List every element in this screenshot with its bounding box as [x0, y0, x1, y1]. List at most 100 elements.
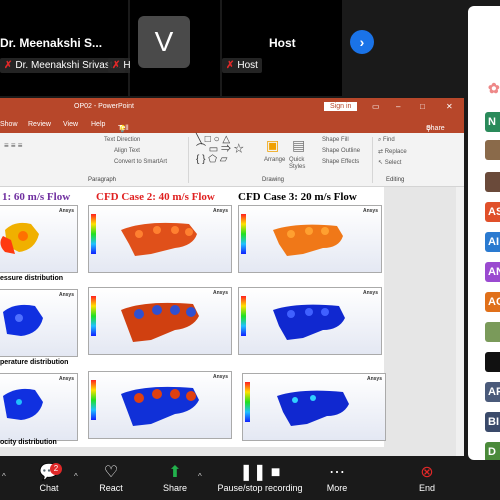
- tab-help[interactable]: Help: [91, 121, 105, 128]
- shape-fill-button[interactable]: Shape Fill: [322, 137, 349, 143]
- end-button[interactable]: ⊗ End: [414, 463, 440, 493]
- ansys-logo: Ansys: [212, 290, 228, 296]
- shape-effects-button[interactable]: Shape Effects: [322, 159, 359, 165]
- quick-styles-icon: ▤: [292, 137, 306, 153]
- select-button[interactable]: ↖ Select: [378, 159, 401, 166]
- more-button[interactable]: ⋯ More: [322, 463, 352, 493]
- participant-tile-3[interactable]: Host ✗ Host: [222, 0, 342, 96]
- paragraph-group-label: Paragraph: [88, 177, 117, 183]
- participant-tag: ✗ Dr. Meenakshi Srivast...: [0, 58, 125, 73]
- meeting-toolbar: ^ 💬 2 Chat ^ ♡ React ⬆ Share ^ ❚❚ ■ Paus…: [0, 460, 500, 500]
- participant-photo[interactable]: [485, 172, 500, 192]
- shared-screen: OP02 - PowerPoint Sign in ▭ – □ ✕ Show R…: [0, 98, 464, 456]
- search-icon: ⌕: [378, 137, 382, 143]
- participant-tile-1[interactable]: Dr. Meenakshi S... ✗ Dr. Meenakshi Srivas…: [0, 0, 148, 96]
- editing-group-label: Editing: [386, 177, 405, 183]
- record-button[interactable]: ❚❚ ■ Pause/stop recording: [214, 463, 306, 493]
- participant-avatar[interactable]: BI: [485, 412, 500, 432]
- share-arrow-icon: ⬆: [168, 464, 182, 481]
- convert-smartart-button[interactable]: Convert to SmartArt: [114, 159, 167, 165]
- align-icons[interactable]: ≡ ≡ ≡: [4, 141, 22, 150]
- chat-badge: 2: [50, 463, 62, 475]
- group-divider: [188, 137, 189, 183]
- velocity-image-case3: Ansys: [242, 373, 386, 441]
- slide[interactable]: 1: 60 m/s Flow CFD Case 2: 40 m/s Flow C…: [0, 187, 386, 447]
- temperature-image-case1: Ansys: [0, 289, 78, 357]
- ansys-logo: Ansys: [362, 208, 378, 214]
- row-label-velocity: ocity distribution: [0, 439, 57, 446]
- heart-icon: ♡: [103, 464, 119, 481]
- slide-editor: 1: 60 m/s Flow CFD Case 2: 40 m/s Flow C…: [0, 187, 456, 456]
- chevron-up-icon[interactable]: ^: [2, 472, 6, 481]
- velocity-image-case1: Ansys: [0, 373, 78, 441]
- participant-avatar[interactable]: AP: [485, 382, 500, 402]
- ribbon-display-icon[interactable]: ▭: [372, 102, 380, 111]
- ansys-logo: Ansys: [212, 208, 228, 214]
- end-call-icon: ⊗: [420, 464, 434, 481]
- chevron-up-icon[interactable]: ^: [74, 472, 78, 481]
- vertical-scrollbar[interactable]: [456, 187, 464, 456]
- more-icon: ⋯: [329, 464, 345, 481]
- row-label-pressure: essure distribution: [0, 275, 64, 282]
- ribbon: ≡ ≡ ≡ Text Direction Align Text Convert …: [0, 133, 464, 187]
- replace-icon: ⇄: [378, 149, 384, 155]
- mic-off-icon: ✗: [4, 60, 13, 71]
- pause-stop-icon: ❚❚ ■: [239, 464, 281, 481]
- share-screen-button[interactable]: ⬆ Share: [160, 463, 190, 493]
- row-label-temperature: perature distribution: [0, 359, 69, 366]
- ansys-logo: Ansys: [58, 292, 74, 298]
- react-button[interactable]: ♡ React: [96, 463, 126, 493]
- minimize-icon[interactable]: –: [396, 102, 400, 111]
- mic-off-icon: ✗: [112, 60, 121, 71]
- participant-tile-2[interactable]: V: [130, 0, 220, 96]
- ansys-logo: Ansys: [362, 290, 378, 296]
- pressure-image-case3: Ansys: [238, 205, 382, 273]
- chevron-up-icon[interactable]: ^: [198, 472, 202, 481]
- maximize-icon[interactable]: □: [420, 102, 425, 111]
- participant-photo[interactable]: [485, 352, 500, 372]
- tab-show[interactable]: Show: [0, 121, 18, 128]
- ansys-logo: Ansys: [212, 374, 228, 380]
- mic-off-icon: ✗: [226, 60, 235, 71]
- shape-outline-button[interactable]: Shape Outline: [322, 148, 360, 154]
- participant-avatar[interactable]: AN: [485, 262, 500, 282]
- participant-photo[interactable]: [485, 140, 500, 160]
- case1-heading: 1: 60 m/s Flow: [2, 191, 71, 203]
- drawing-group-label: Drawing: [262, 177, 285, 183]
- participant-avatar[interactable]: N: [485, 112, 500, 132]
- quick-styles-button[interactable]: Quick Styles: [289, 157, 317, 171]
- next-page-button[interactable]: ›: [350, 30, 374, 54]
- participant-photo[interactable]: [485, 322, 500, 342]
- close-icon[interactable]: ✕: [446, 102, 453, 111]
- pressure-image-case2: Ansys: [88, 205, 232, 273]
- participant-avatar[interactable]: AS: [485, 202, 500, 222]
- participants-panel: ✿ N AS AI AN AC AP BI D: [468, 6, 500, 460]
- shapes-gallery[interactable]: ╲ □ ○ △ ⌒ ▭ ⇒ ☆{ } ⬠ ▱: [196, 135, 244, 165]
- participant-name: Dr. Meenakshi S...: [0, 36, 103, 50]
- velocity-image-case2: Ansys: [88, 371, 232, 439]
- participant-avatar[interactable]: AI: [485, 232, 500, 252]
- ppt-titlebar: OP02 - PowerPoint Sign in ▭ – □ ✕: [0, 98, 464, 117]
- emoji-avatar: ✿: [485, 78, 500, 98]
- participant-avatar[interactable]: D: [485, 442, 500, 460]
- ribbon-tabs: Show Review View Help 💡 Tell me what you…: [0, 117, 464, 174]
- signin-button[interactable]: Sign in: [324, 102, 358, 111]
- chat-button[interactable]: 💬 2 Chat: [36, 463, 62, 493]
- case2-heading: CFD Case 2: 40 m/s Flow: [96, 191, 215, 203]
- find-button[interactable]: ⌕ Find: [378, 137, 395, 144]
- arrange-button[interactable]: Arrange: [264, 157, 285, 163]
- participant-avatar[interactable]: AC: [485, 292, 500, 312]
- window-title: OP02 - PowerPoint: [74, 103, 134, 110]
- participant-name: Host: [269, 36, 296, 50]
- ansys-logo: Ansys: [58, 208, 74, 214]
- pressure-image-case1: Ansys: [0, 205, 78, 273]
- replace-button[interactable]: ⇄ Replace: [378, 148, 407, 155]
- group-divider: [372, 137, 373, 183]
- tab-review[interactable]: Review: [28, 121, 51, 128]
- avatar: V: [138, 16, 190, 68]
- temperature-image-case2: Ansys: [88, 287, 232, 355]
- text-direction-button[interactable]: Text Direction: [104, 137, 140, 143]
- align-text-button[interactable]: Align Text: [114, 148, 140, 154]
- tab-view[interactable]: View: [63, 121, 78, 128]
- temperature-image-case3: Ansys: [238, 287, 382, 355]
